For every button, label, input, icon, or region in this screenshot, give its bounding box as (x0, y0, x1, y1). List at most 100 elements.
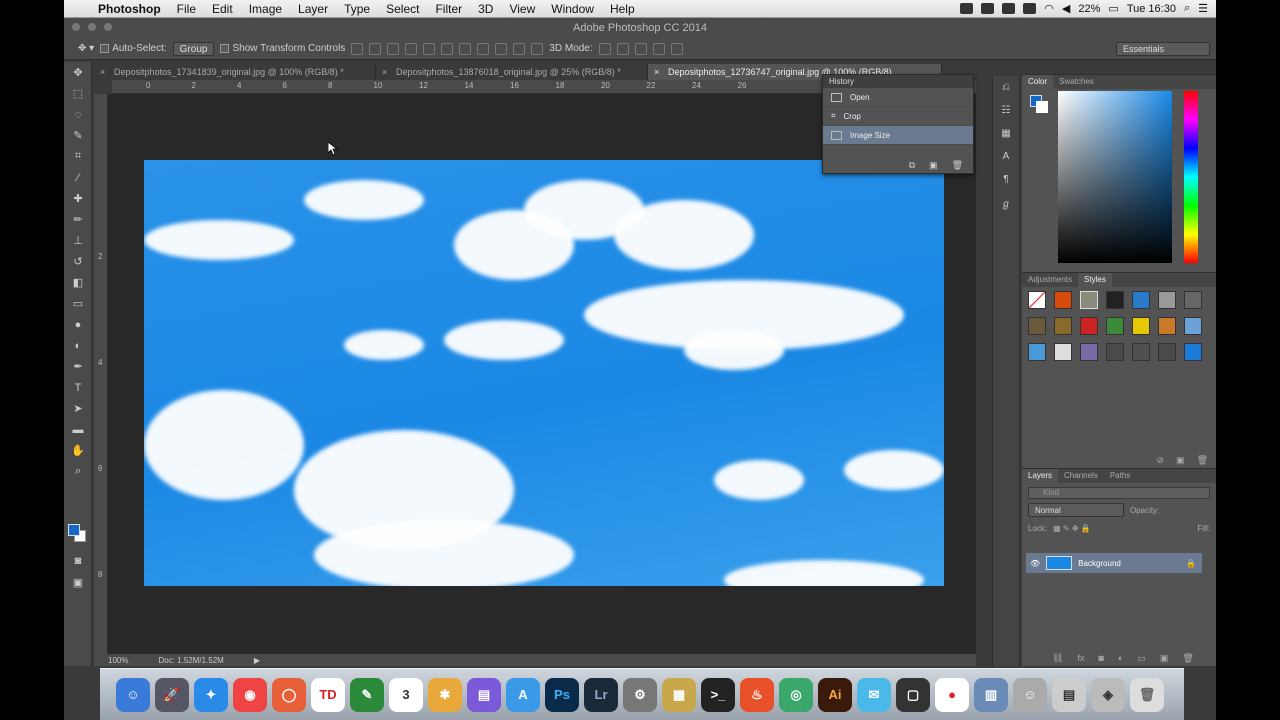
terminal-icon[interactable]: >_ (701, 677, 735, 712)
menu-3d[interactable]: 3D (470, 2, 501, 16)
tab-color[interactable]: Color (1022, 75, 1054, 89)
battery-level[interactable]: 22% (1078, 3, 1100, 15)
style-swatch[interactable] (1106, 291, 1124, 309)
history-brush-icon[interactable]: ↺ (64, 251, 92, 272)
dodge-tool-icon[interactable]: ◐ (64, 335, 92, 356)
app-icon[interactable]: ✉ (857, 677, 891, 712)
stamp-tool-icon[interactable]: ⊥ (64, 230, 92, 251)
style-swatch[interactable] (1106, 343, 1124, 361)
style-swatch[interactable] (1054, 291, 1072, 309)
style-swatch[interactable] (1054, 343, 1072, 361)
tab-styles[interactable]: Styles (1078, 273, 1112, 287)
menu-filter[interactable]: Filter (427, 2, 470, 16)
visibility-eye-icon[interactable]: 👁 (1030, 559, 1040, 568)
brush-tool-icon[interactable]: ✏ (64, 209, 92, 230)
history-item-selected[interactable]: Image Size (823, 126, 973, 145)
style-swatch[interactable] (1054, 317, 1072, 335)
lock-icons[interactable]: ▦ ✎ ✥ 🔒 (1053, 524, 1091, 533)
tab-paths[interactable]: Paths (1104, 469, 1136, 483)
layer-filter-kind[interactable]: Kind (1028, 487, 1210, 499)
auto-select-checkbox[interactable]: Auto-Select: (100, 43, 167, 54)
canvas-area[interactable] (108, 94, 976, 654)
distribute-icon[interactable] (477, 42, 490, 55)
trash-icon[interactable]: 🗑 (952, 160, 963, 171)
trash-icon[interactable]: 🗑 (1182, 653, 1193, 664)
calendar-icon[interactable]: 3 (389, 677, 423, 712)
system-preferences-icon[interactable]: ⚙ (623, 677, 657, 712)
style-swatch[interactable] (1158, 291, 1176, 309)
3d-roll-icon[interactable] (616, 42, 629, 55)
menu-view[interactable]: View (501, 2, 543, 16)
lightroom-icon[interactable]: Lr (584, 677, 618, 712)
close-tab-icon[interactable]: × (382, 64, 387, 80)
distribute-icon[interactable] (531, 42, 544, 55)
style-swatch[interactable] (1080, 291, 1098, 309)
volume-icon[interactable]: ◀ (1062, 2, 1070, 15)
distribute-icon[interactable] (513, 42, 526, 55)
minimize-icon[interactable] (88, 23, 96, 31)
chrome-icon[interactable]: ◉ (233, 677, 267, 712)
align-bottom-icon[interactable] (387, 42, 400, 55)
style-swatch[interactable] (1106, 317, 1124, 335)
camera-icon[interactable]: ▣ (929, 160, 938, 171)
clock[interactable]: Tue 16:30 (1127, 3, 1176, 15)
history-item[interactable]: Open (823, 88, 973, 107)
close-tab-icon[interactable]: × (100, 64, 105, 80)
adjustment-layer-icon[interactable]: ◐ (1118, 653, 1123, 664)
sky-photo[interactable] (144, 160, 944, 586)
app-icon[interactable]: ▥ (974, 677, 1008, 712)
app-icon[interactable]: ◎ (779, 677, 813, 712)
3d-rotate-icon[interactable] (598, 42, 611, 55)
quick-select-tool-icon[interactable]: ✎ (64, 125, 92, 146)
marquee-tool-icon[interactable]: ⬚ (64, 83, 92, 104)
app-icon[interactable]: ◯ (272, 677, 306, 712)
tab-channels[interactable]: Channels (1058, 469, 1104, 483)
workspace-switcher[interactable]: Essentials (1116, 42, 1210, 56)
trash-icon[interactable]: 🗑 (1130, 677, 1164, 712)
todoist-icon[interactable]: TD (311, 677, 345, 712)
path-select-icon[interactable]: ➤ (64, 398, 92, 419)
document-tab[interactable]: × Depositphotos_17341839_original.jpg @ 1… (94, 64, 376, 80)
paragraph-panel-icon[interactable]: ¶ (993, 168, 1019, 191)
style-swatch[interactable] (1080, 317, 1098, 335)
screen-mode-icon[interactable]: ▣ (64, 572, 92, 593)
gradient-tool-icon[interactable]: ▭ (64, 293, 92, 314)
align-vcenter-icon[interactable] (369, 42, 382, 55)
color-field[interactable] (1058, 91, 1172, 263)
align-right-icon[interactable] (441, 42, 454, 55)
style-swatch[interactable] (1132, 317, 1150, 335)
app-store-icon[interactable]: A (506, 677, 540, 712)
menu-select[interactable]: Select (378, 2, 427, 16)
distribute-icon[interactable] (495, 42, 508, 55)
zoom-icon[interactable] (104, 23, 112, 31)
group-icon[interactable]: ▭ (1137, 653, 1146, 664)
close-icon[interactable] (72, 23, 80, 31)
app-icon[interactable]: ✱ (428, 677, 462, 712)
new-document-from-state-icon[interactable]: ⧉ (909, 160, 915, 171)
properties-panel-icon[interactable]: ☷ (993, 99, 1019, 122)
app-icon[interactable]: ♨ (740, 677, 774, 712)
quick-mask-icon[interactable]: ◙ (64, 550, 92, 571)
style-swatch[interactable] (1184, 291, 1202, 309)
background-color-swatch[interactable] (1036, 101, 1048, 113)
style-swatch[interactable] (1132, 343, 1150, 361)
menu-type[interactable]: Type (336, 2, 378, 16)
tab-swatches[interactable]: Swatches (1053, 75, 1100, 89)
menu-help[interactable]: Help (602, 2, 643, 16)
zoom-level[interactable]: 100% (108, 656, 128, 665)
style-swatch[interactable] (1028, 343, 1046, 361)
blur-tool-icon[interactable]: ● (64, 314, 92, 335)
align-top-icon[interactable] (351, 42, 364, 55)
photoshop-icon[interactable]: Ps (545, 677, 579, 712)
wifi-icon[interactable]: ◠ (1044, 2, 1054, 15)
swatches-panel-icon[interactable]: ▦ (993, 122, 1019, 145)
layer-name[interactable]: Background (1078, 559, 1121, 568)
close-tab-icon[interactable]: × (654, 64, 659, 80)
3d-slide-icon[interactable] (652, 42, 665, 55)
move-tool-icon[interactable]: ✥ (64, 62, 92, 83)
type-tool-icon[interactable]: T (64, 377, 92, 398)
menubar-extra-icon[interactable] (1002, 3, 1016, 14)
fx-icon[interactable]: fx (1077, 653, 1084, 664)
document-icon[interactable]: ▤ (1052, 677, 1086, 712)
illustrator-icon[interactable]: Ai (818, 677, 852, 712)
